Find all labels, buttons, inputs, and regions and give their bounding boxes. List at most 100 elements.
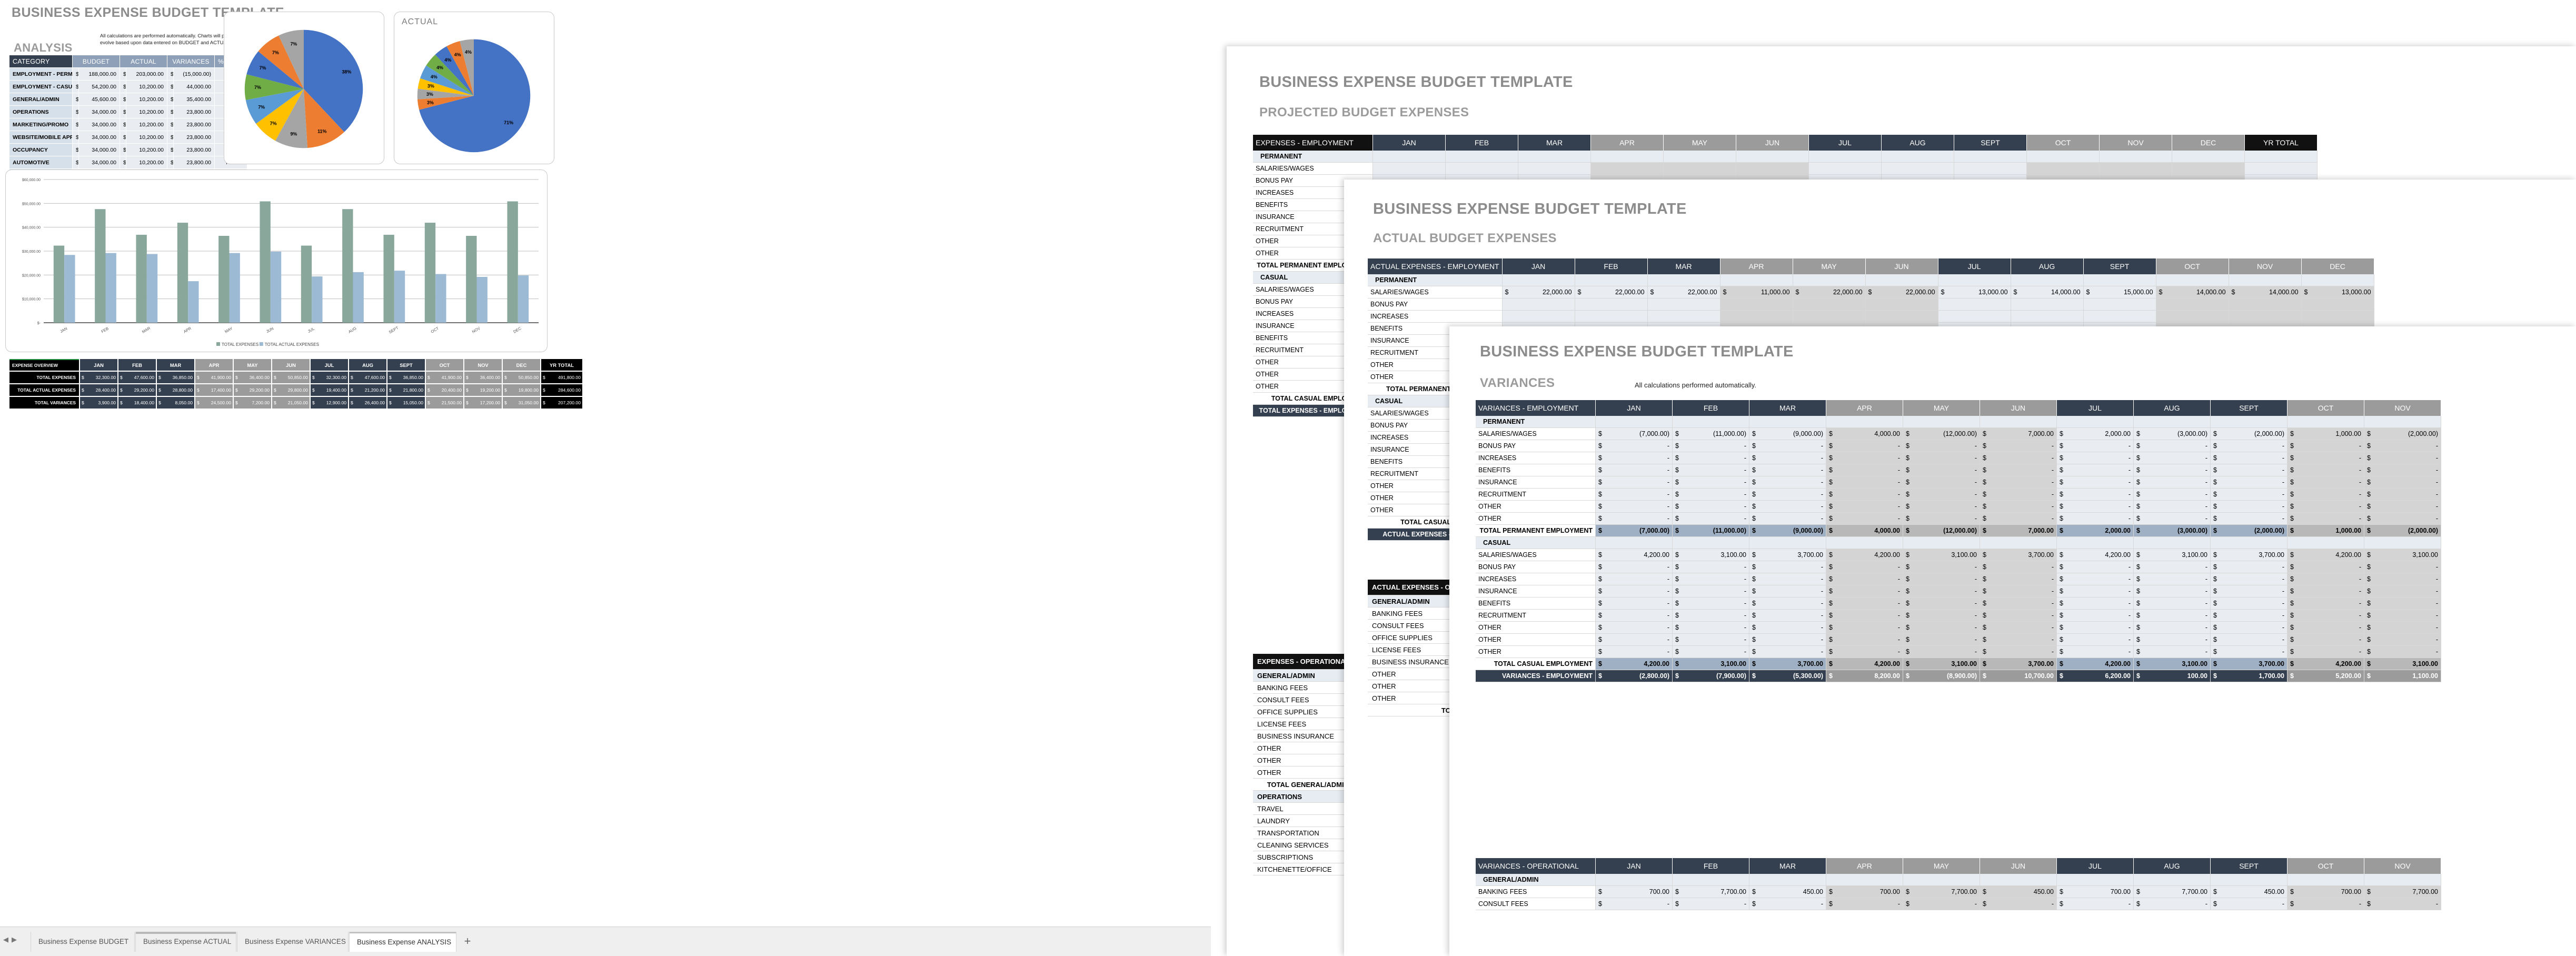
grid-cell[interactable]: $ - (1749, 634, 1826, 646)
grid-cell[interactable]: $ - (2287, 573, 2364, 585)
grid-cell[interactable] (1903, 416, 1980, 428)
variances-employment-table[interactable]: VARIANCES - EMPLOYMENT JAN FEB MAR APR MAY JUN… (1476, 400, 2441, 682)
grid-cell[interactable]: $ - (2287, 489, 2364, 501)
grid-cell[interactable] (1980, 416, 2057, 428)
grid-cell[interactable]: $ - (1826, 622, 1903, 634)
grid-cell[interactable] (1502, 311, 1575, 323)
grid-cell[interactable] (2364, 537, 2441, 549)
grid-cell[interactable]: $ - (1903, 476, 1980, 489)
grid-month-header[interactable]: MAR (1749, 858, 1826, 874)
grid-cell[interactable] (1903, 874, 1980, 886)
grid-cell[interactable]: $ - (1903, 634, 1980, 646)
grid-cell[interactable] (1980, 874, 2057, 886)
grid-cell[interactable]: $ - (1596, 440, 1673, 452)
grid-cell[interactable]: $ - (2134, 646, 2211, 658)
grid-cell[interactable]: $ - (1673, 452, 1749, 464)
grid-month-header[interactable]: AUG (2011, 258, 2084, 274)
grid-cell[interactable]: $3,700.00 (1749, 658, 1826, 670)
variances-body[interactable]: PERMANENT SALARIES/WAGES $ (7,000.00) $ (11,0… (1476, 416, 2441, 682)
grid-cell[interactable]: $ - (1826, 476, 1903, 489)
table-row[interactable]: BENEFITS $ - $ - $ - $ - $ - $ - $ - $ - $ - $ - $ - (1476, 598, 2441, 610)
grid-cell[interactable]: $ - (2057, 476, 2134, 489)
table-row[interactable]: OTHER $ - $ - $ - $ - $ - $ - $ - $ - $ - $ - $ - (1476, 513, 2441, 525)
grid-cell[interactable]: $ - (1980, 598, 2057, 610)
grid-cell[interactable]: $ - (2364, 598, 2441, 610)
grid-cell[interactable] (1720, 274, 1793, 286)
grid-month-header[interactable]: JAN (1373, 135, 1446, 151)
sheet-tab-business-expense-actual[interactable]: Business Expense ACTUAL (135, 932, 236, 952)
table-row[interactable]: BONUS PAY (1368, 298, 2374, 311)
list-item[interactable]: OTHER (1253, 742, 1352, 754)
table-row[interactable]: OTHER $ - $ - $ - $ - $ - $ - $ - $ - $ - $ - $ - (1476, 622, 2441, 634)
budget-operational-rows[interactable]: EXPENSES - OPERATIONAL GENERAL/ADMIN BANKI… (1253, 654, 1352, 875)
grid-cell[interactable]: $ - (2057, 898, 2134, 910)
grid-cell[interactable] (1938, 274, 2011, 286)
grid-cell[interactable] (1591, 151, 1664, 163)
sheet-tab-business-expense-budget[interactable]: Business Expense BUDGET (31, 932, 135, 952)
grid-cell[interactable]: $5,200.00 (2287, 670, 2364, 682)
list-item[interactable]: TRAVEL (1253, 803, 1352, 815)
grid-cell[interactable]: $ - (1673, 898, 1749, 910)
grid-cell[interactable]: $22,000.00 (1502, 286, 1575, 298)
grid-cell[interactable]: $ - (2364, 646, 2441, 658)
grid-cell[interactable]: $ (2,000.00) (2211, 525, 2287, 537)
grid-cell[interactable] (1575, 274, 1648, 286)
grid-cell[interactable]: $ - (2364, 585, 2441, 598)
variances-operational-body[interactable]: GENERAL/ADMIN BANKING FEES $700.00 $7,700.0… (1476, 874, 2441, 910)
grid-cell[interactable]: $ - (2287, 598, 2364, 610)
grid-cell[interactable]: $ - (1903, 513, 1980, 525)
table-row[interactable]: BONUS PAY $ - $ - $ - $ - $ - $ - $ - $ - $ - $ - $ - (1476, 561, 2441, 573)
grid-month-header[interactable]: AUG (1882, 135, 1954, 151)
grid-cell[interactable]: $ - (1903, 610, 1980, 622)
grid-cell[interactable] (1502, 274, 1575, 286)
grid-cell[interactable] (1720, 298, 1793, 311)
grid-cell[interactable]: $ - (1596, 573, 1673, 585)
grid-cell[interactable]: $13,000.00 (1938, 286, 2011, 298)
grid-cell[interactable]: $ - (2364, 489, 2441, 501)
grid-cell[interactable]: $ - (2211, 440, 2287, 452)
sheet-tab-business-expense-analysis[interactable]: Business Expense ANALYSIS (349, 932, 456, 952)
grid-cell[interactable]: $ - (1903, 501, 1980, 513)
grid-month-header[interactable]: SEPT (1954, 135, 2027, 151)
grid-month-header[interactable]: NOV (2364, 858, 2441, 874)
grid-cell[interactable]: $ - (2211, 585, 2287, 598)
grid-cell[interactable]: $ (9,000.00) (1749, 428, 1826, 440)
grid-cell[interactable]: $ - (1826, 501, 1903, 513)
tab-nav-prev-icon[interactable]: ◀ (3, 935, 12, 943)
grid-cell[interactable]: $ - (1596, 513, 1673, 525)
grid-cell[interactable]: $6,200.00 (2057, 670, 2134, 682)
grid-cell[interactable]: $ - (1826, 634, 1903, 646)
variances-operational-table[interactable]: VARIANCES - OPERATIONAL JAN FEB MAR APR MAY JU… (1476, 858, 2441, 910)
grid-cell[interactable] (1502, 298, 1575, 311)
grid-cell[interactable]: $22,000.00 (1575, 286, 1648, 298)
grid-cell[interactable]: $ - (2364, 452, 2441, 464)
grid-month-header[interactable]: JUL (1809, 135, 1882, 151)
grid-cell[interactable] (2011, 274, 2084, 286)
grid-cell[interactable]: $ - (1903, 898, 1980, 910)
grid-cell[interactable]: $ (8,900.00) (1903, 670, 1980, 682)
grid-cell[interactable]: $ - (1749, 501, 1826, 513)
grid-cell[interactable] (2211, 537, 2287, 549)
grid-cell[interactable] (2287, 874, 2364, 886)
list-item[interactable]: BUSINESS INSURANCE (1253, 730, 1352, 742)
grid-cell[interactable]: $ - (2057, 452, 2134, 464)
table-row[interactable]: RECRUITMENT $ - $ - $ - $ - $ - $ - $ - $ - $ - $ - $ - (1476, 489, 2441, 501)
grid-cell[interactable] (2134, 416, 2211, 428)
grid-cell[interactable]: $ - (2211, 464, 2287, 476)
grid-cell[interactable]: $ - (2287, 646, 2364, 658)
grid-month-header[interactable]: JAN (1596, 858, 1673, 874)
grid-cell[interactable]: $ - (1826, 598, 1903, 610)
grid-cell[interactable]: $ - (1826, 440, 1903, 452)
grid-cell[interactable]: $ - (2287, 610, 2364, 622)
grid-cell[interactable]: $ - (1980, 464, 2057, 476)
grid-cell[interactable]: $ - (2364, 513, 2441, 525)
grid-cell[interactable] (1664, 151, 1736, 163)
grid-cell[interactable]: $ - (1596, 501, 1673, 513)
grid-cell[interactable]: $ - (2364, 476, 2441, 489)
grid-yrtotal-header[interactable]: YR TOTAL (2245, 135, 2318, 151)
grid-cell[interactable]: $ - (1749, 561, 1826, 573)
grid-cell[interactable] (2245, 163, 2318, 175)
grid-cell[interactable] (2083, 274, 2156, 286)
grid-cell[interactable] (2301, 274, 2374, 286)
grid-cell[interactable] (1446, 163, 1518, 175)
